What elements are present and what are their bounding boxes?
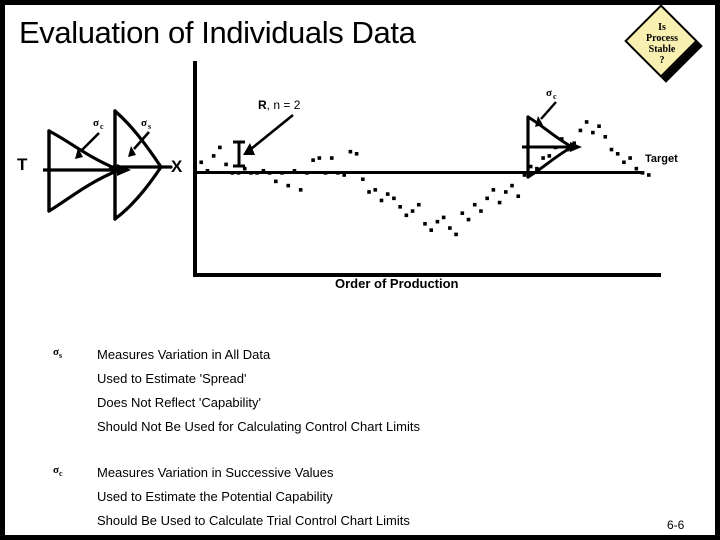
data-point bbox=[267, 171, 272, 175]
list-item: Used to Estimate the Potential Capabilit… bbox=[97, 489, 333, 504]
sigma-c-pointer-arrow-right bbox=[535, 101, 557, 127]
data-point bbox=[274, 179, 278, 184]
badge-line-3: Stable bbox=[648, 44, 676, 55]
data-point bbox=[379, 198, 384, 203]
list-item: Does Not Reflect 'Capability' bbox=[97, 395, 261, 410]
page-number: 6-6 bbox=[667, 518, 685, 532]
sigma-c-pointer-arrow-left bbox=[75, 132, 100, 159]
data-point bbox=[597, 124, 601, 129]
data-point bbox=[479, 209, 483, 213]
data-point bbox=[329, 156, 334, 160]
data-point bbox=[454, 232, 458, 237]
range-annotation-symbol: R bbox=[258, 98, 267, 112]
data-point bbox=[485, 196, 489, 201]
list-item: Should Not Be Used for Calculating Contr… bbox=[97, 419, 420, 434]
list-item: Measures Variation in Successive Values bbox=[97, 465, 334, 480]
badge-line-4: ? bbox=[659, 55, 665, 66]
data-point bbox=[205, 168, 210, 173]
range-annotation-label: R, n = 2 bbox=[258, 98, 300, 112]
data-point bbox=[298, 188, 303, 192]
data-point bbox=[354, 151, 359, 156]
data-point bbox=[460, 211, 465, 215]
data-point bbox=[441, 215, 446, 220]
data-point bbox=[504, 190, 508, 194]
data-point bbox=[249, 171, 253, 175]
badge-line-1: Is bbox=[658, 22, 666, 33]
data-point bbox=[311, 158, 315, 162]
data-point bbox=[423, 221, 427, 226]
data-point bbox=[410, 209, 415, 213]
data-point bbox=[336, 171, 340, 175]
data-point bbox=[286, 183, 291, 188]
data-point bbox=[373, 188, 378, 192]
page-title: Evaluation of Individuals Data bbox=[19, 15, 416, 50]
data-point bbox=[591, 130, 595, 135]
data-point bbox=[236, 171, 241, 175]
data-point bbox=[640, 171, 645, 175]
data-point bbox=[516, 194, 521, 199]
data-point bbox=[448, 226, 452, 230]
data-point bbox=[255, 171, 259, 175]
data-point bbox=[218, 145, 222, 150]
data-point bbox=[646, 173, 651, 177]
list-item: Used to Estimate 'Spread' bbox=[97, 371, 247, 386]
data-point bbox=[435, 219, 440, 224]
is-process-stable-badge[interactable]: Is Process Stable ? bbox=[624, 5, 715, 85]
data-point bbox=[497, 200, 502, 205]
data-point bbox=[224, 162, 228, 167]
data-point bbox=[199, 160, 204, 165]
data-point bbox=[342, 173, 346, 177]
data-point bbox=[491, 188, 496, 192]
x-axis-title: Order of Production bbox=[335, 276, 459, 291]
data-point bbox=[385, 192, 390, 196]
bullet-block-sigma-c: σc Measures Variation in Successive Valu… bbox=[53, 461, 410, 533]
bullet-symbol-sigma-s: σs bbox=[53, 346, 63, 361]
data-point bbox=[392, 196, 396, 201]
data-point bbox=[466, 217, 471, 222]
bullet-symbol-sigma-c: σc bbox=[53, 464, 63, 479]
data-point bbox=[634, 166, 639, 171]
range-annotation-rest: , n = 2 bbox=[266, 98, 301, 112]
slide-canvas: Evaluation of Individuals Data Is Proces… bbox=[0, 0, 720, 540]
data-point bbox=[472, 202, 477, 207]
data-point bbox=[367, 190, 371, 194]
bullet-block-sigma-s: σs Measures Variation in All Data Used t… bbox=[53, 343, 420, 439]
sigma-s-pointer-arrow bbox=[128, 131, 150, 157]
data-point bbox=[305, 171, 309, 175]
moving-range-ibeam-marker bbox=[233, 140, 245, 168]
badge-label: Is Process Stable ? bbox=[633, 17, 691, 71]
data-point bbox=[510, 183, 514, 188]
list-item: Should Be Used to Calculate Trial Contro… bbox=[97, 513, 410, 528]
data-point bbox=[398, 205, 402, 209]
data-point bbox=[628, 156, 632, 160]
bullet-lines-sigma-s: Measures Variation in All Data Used to E… bbox=[97, 343, 420, 439]
data-point bbox=[622, 160, 626, 165]
data-point bbox=[416, 202, 421, 207]
list-item: Measures Variation in All Data bbox=[97, 347, 271, 362]
data-point bbox=[361, 177, 365, 182]
data-point bbox=[404, 213, 409, 218]
data-point bbox=[211, 154, 216, 158]
data-point bbox=[615, 151, 620, 156]
badge-line-2: Process bbox=[645, 33, 679, 44]
data-point bbox=[230, 171, 235, 175]
data-point bbox=[261, 168, 266, 173]
data-point bbox=[317, 156, 322, 160]
data-point bbox=[348, 149, 353, 154]
data-point bbox=[603, 135, 608, 139]
data-point bbox=[429, 228, 434, 232]
target-axis-label-T: T bbox=[17, 155, 28, 174]
data-point bbox=[323, 171, 328, 175]
data-point bbox=[609, 147, 614, 152]
data-point bbox=[292, 168, 297, 173]
bullet-lines-sigma-c: Measures Variation in Successive Values … bbox=[97, 461, 410, 533]
data-point bbox=[280, 171, 284, 175]
